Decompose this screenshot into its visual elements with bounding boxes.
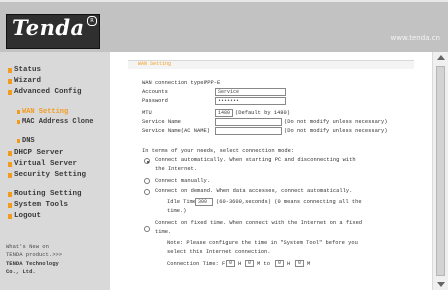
password-input[interactable]: ••••••• (215, 97, 286, 105)
connect-fixed-time-radio[interactable] (144, 226, 150, 232)
service-name-label: Service Name (142, 119, 181, 125)
sidebar-item-virtual-server[interactable]: Virtual Server (7, 160, 77, 168)
connect-auto-radio[interactable] (144, 158, 150, 164)
sidebar-item-dhcp-server[interactable]: DHCP Server (8, 149, 64, 157)
vertical-scrollbar[interactable] (432, 52, 448, 290)
sidebar-item-logout[interactable]: Logout (7, 212, 41, 220)
sidebar-item-routing-setting[interactable]: Routing Setting (8, 190, 82, 198)
sidebar-subitem-dns[interactable]: DNS (17, 137, 35, 145)
connect-manual-label: Connect manually. (155, 178, 210, 184)
content-area: WAN Setting WAN connection type: PPP-E A… (110, 52, 432, 290)
account-input[interactable]: Service (215, 88, 286, 96)
idle-time-input[interactable]: 300 (195, 198, 213, 206)
sidebar-subitem-mac-address-clone[interactable]: MAC Address Clone (16, 118, 93, 126)
connect-fixed-time-label: Connect on fixed time. When connect with… (155, 220, 363, 226)
sidebar-subitem-wan-setting[interactable]: WAN Setting (16, 108, 68, 116)
connection-time-from-minute[interactable]: 0 (245, 260, 254, 267)
scroll-up-icon[interactable] (437, 55, 445, 60)
connection-time-to-hour[interactable]: 0 (275, 260, 284, 267)
promo-line-1[interactable]: What's New on (6, 243, 49, 250)
sidebar-item-advanced-config[interactable]: Advanced Config (8, 88, 82, 96)
company-line-2: Co., Ltd. (6, 268, 36, 275)
mtu-input[interactable]: 1480 (215, 109, 233, 117)
company-line-1: TENDA Technology (6, 260, 59, 267)
ac-name-input[interactable] (215, 127, 282, 135)
promo-line-2[interactable]: TENDA product.>>> (6, 251, 62, 258)
connection-time-from-hour[interactable]: 0 (226, 260, 235, 267)
connection-time-unit-h-2: H (287, 261, 291, 267)
top-stripe (0, 0, 448, 2)
section-title: WAN Setting (138, 61, 172, 67)
fixed-time-note-line-1: Note: Please configure the time in "Syst… (167, 240, 358, 246)
ac-name-label: Service Name(AC NAME) (142, 128, 210, 134)
fixed-time-note-line-2: select this Internet connection. (167, 249, 271, 255)
mtu-hint: (Default by 1480) (235, 110, 290, 116)
connect-on-demand-radio[interactable] (144, 189, 150, 195)
connection-time-label: Connection Time: From (167, 261, 235, 267)
mtu-label: MTU (142, 110, 152, 116)
registered-mark: R (87, 16, 97, 26)
connection-time-unit-m-2: M (307, 261, 311, 267)
connection-type-label: WAN connection type: (142, 80, 207, 86)
idle-time-hint-2: time.) (167, 208, 187, 214)
account-label: Accounts (142, 89, 168, 95)
connect-manual-radio[interactable] (144, 178, 150, 184)
mode-intro-text: In terms of your needs, select connectio… (142, 148, 295, 154)
password-label: Password (142, 98, 168, 104)
connect-on-demand-label: Connect on demand. When data accesses, c… (155, 188, 353, 194)
site-url[interactable]: www.tenda.cn (391, 34, 441, 42)
service-name-hint: (Do not modify unless necessary) (284, 119, 388, 125)
scroll-down-icon[interactable] (437, 282, 445, 287)
header: Tenda R www.tenda.cn (0, 0, 448, 52)
connection-type-value: PPP-E (204, 80, 221, 86)
connect-auto-label-line-1: Connect automatically. When starting PC … (155, 157, 356, 163)
connection-time-unit-h-1: H (238, 261, 242, 267)
scroll-thumb[interactable] (436, 66, 445, 276)
sidebar: Status Wizard Advanced Config WAN Settin… (0, 52, 110, 290)
connection-time-to-minute[interactable]: 0 (295, 260, 304, 267)
sidebar-item-wizard[interactable]: Wizard (7, 77, 41, 85)
ac-name-hint: (Do not modify unless necessary) (284, 128, 388, 134)
connection-time-unit-m-to: M to (257, 261, 270, 267)
connect-auto-label-line-2: the Internet. (155, 166, 198, 172)
sidebar-item-status[interactable]: Status (7, 66, 41, 74)
sidebar-item-security-setting[interactable]: Security Setting (7, 171, 86, 179)
sidebar-item-system-tools[interactable]: System Tools (7, 201, 68, 209)
brand-logo: Tenda (12, 15, 85, 40)
idle-time-hint: (60-3600,seconds) (0 means connecting al… (216, 199, 362, 205)
service-name-input[interactable] (215, 118, 282, 126)
connect-fixed-time-label-2: time. (155, 229, 172, 235)
